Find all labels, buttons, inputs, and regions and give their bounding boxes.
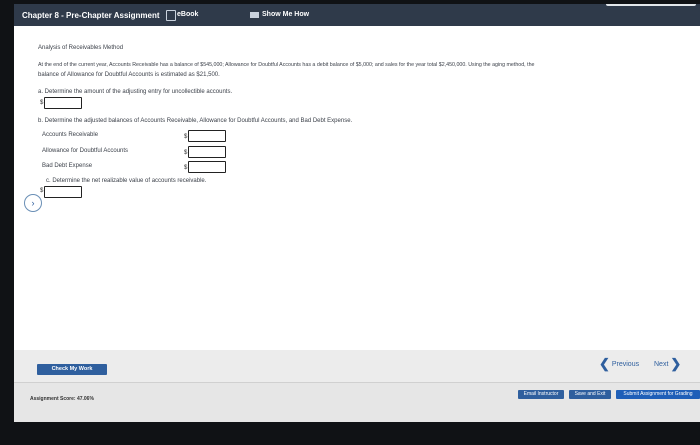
accounts-receivable-label: Accounts Receivable [42,132,99,138]
question-intro-line1: At the end of the current year, Accounts… [38,62,535,68]
assignment-score: Assignment Score: 47.06% [30,396,94,402]
bad-debt-expense-input[interactable] [188,161,226,173]
video-icon[interactable] [250,12,259,18]
bad-debt-expense-label: Bad Debt Expense [42,163,93,169]
chevron-right-icon[interactable]: › [24,194,42,212]
email-instructor-button[interactable]: Email Instructor [518,390,564,399]
status-bar: Assignment Score: 47.06% Email Instructo… [14,382,700,422]
part-c-prompt: c. Determine the net realizable value of… [46,178,207,184]
allowance-input[interactable] [188,146,226,158]
accounts-receivable-input[interactable] [188,130,226,142]
question-area: Analysis of Receivables Method At the en… [14,26,700,356]
previous-label: Previous [611,360,640,368]
check-my-work-button[interactable]: Check My Work [37,364,107,375]
currency-symbol: $ [184,150,188,156]
assignment-title: Chapter 8 - Pre-Chapter Assignment [22,11,160,20]
show-me-how-link[interactable]: Show Me How [262,11,309,18]
currency-symbol: $ [184,165,188,171]
submit-assignment-button[interactable]: Submit Assignment for Grading [616,390,700,399]
question-intro-line2: balance of Allowance for Doubtful Accoun… [38,72,220,78]
currency-symbol: $ [40,100,44,106]
assignment-screen: Chapter 8 - Pre-Chapter Assignment eBook… [14,4,700,422]
currency-symbol: $ [40,188,44,194]
net-realizable-value-input[interactable] [44,186,82,198]
next-label: Next [654,360,669,368]
save-and-exit-button[interactable]: Save and Exit [569,390,611,399]
ebook-link[interactable]: eBook [177,11,198,18]
chevron-left-icon: ❮ [599,356,610,371]
currency-symbol: $ [184,134,188,140]
next-button[interactable]: Next ❯ [654,356,681,372]
part-a-prompt: a. Determine the amount of the adjusting… [38,89,233,95]
adjusting-entry-input[interactable] [44,97,82,109]
chevron-right-icon: ❯ [670,356,682,371]
book-icon[interactable] [166,10,176,21]
loading-bar [606,4,696,6]
allowance-label: Allowance for Doubtful Accounts [42,148,129,154]
question-heading: Analysis of Receivables Method [38,45,124,51]
part-b-prompt: b. Determine the adjusted balances of Ac… [38,118,353,124]
previous-button[interactable]: ❮ Previous [599,356,639,372]
top-bar: Chapter 8 - Pre-Chapter Assignment eBook… [14,4,700,26]
